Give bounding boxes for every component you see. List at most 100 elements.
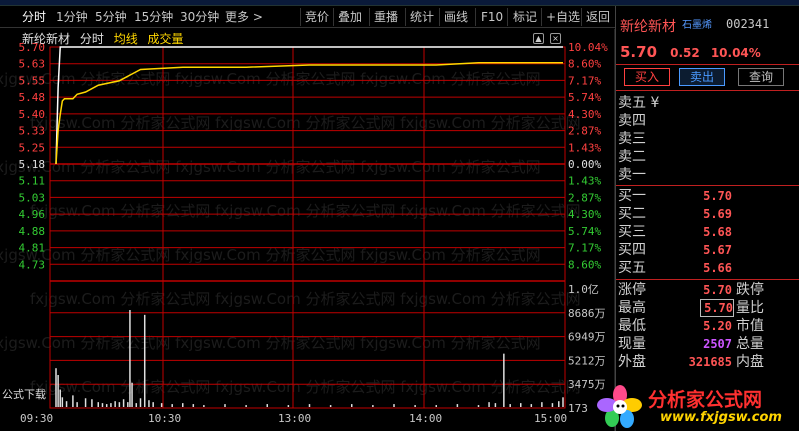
time-tick-label: 13:00 <box>278 412 311 425</box>
low-value: 5.20 <box>703 319 732 333</box>
tab-more[interactable]: 更多 > <box>225 8 263 26</box>
logo-url[interactable]: www.fxjgsw.com <box>660 410 782 425</box>
bid-5-price: 5.66 <box>703 261 732 275</box>
pct-tick-label: 1.43% <box>568 175 601 188</box>
concept-badge[interactable]: 石墨烯 <box>682 16 712 31</box>
price-tick-label: 4.73 <box>19 258 46 271</box>
auction-button[interactable]: 竞价 <box>305 8 329 26</box>
collapse-icon[interactable]: ▲ <box>533 33 544 44</box>
chart-header: 新纶新材 分时 均线 成交量 <box>22 32 190 46</box>
price-tick-label: 5.11 <box>19 175 46 188</box>
limit-up-value: 5.70 <box>703 283 732 297</box>
pct-tick-label: 5.74% <box>568 225 601 238</box>
tab-30min[interactable]: 30分钟 <box>180 8 219 26</box>
pct-tick-label: 8.60% <box>568 258 601 271</box>
pct-tick-label: 7.17% <box>568 74 601 87</box>
limit-down-label: 跌停 <box>736 282 764 298</box>
watermark-text: fxjgsw.Com 分析家公式网 fxjgsw.Com 分析家公式网 fxjg… <box>0 246 541 264</box>
pct-tick-label: 7.17% <box>568 242 601 255</box>
time-tick-label: 14:00 <box>409 412 442 425</box>
price-tick-label: 5.55 <box>19 74 46 87</box>
bid-3-label: 买三 <box>618 224 646 240</box>
price-tick-label: 5.48 <box>19 91 46 104</box>
price-tick-label: 5.40 <box>19 108 46 121</box>
tab-15min[interactable]: 15分钟 <box>134 8 173 26</box>
f10-button[interactable]: F10 <box>481 8 503 26</box>
pct-tick-label: 10.04% <box>568 41 608 54</box>
pct-tick-label: 2.87% <box>568 191 601 204</box>
bid-2-price: 5.69 <box>703 207 732 221</box>
query-button[interactable]: 查询 <box>738 68 784 86</box>
price-tick-label: 5.25 <box>19 141 46 154</box>
pct-tick-label: 5.74% <box>568 91 601 104</box>
stock-code: 002341 <box>726 17 770 31</box>
ask-2-label: 卖二 <box>618 149 646 165</box>
volume-label: 成交量 <box>147 32 184 46</box>
pct-tick-label: 2.87% <box>568 125 601 138</box>
last-price: 5.70 <box>620 43 658 61</box>
watermark-text: fxjgsw.Com 分析家公式网 fxjgsw.Com 分析家公式网 fxjg… <box>30 202 581 220</box>
outer-volume-label: 外盘 <box>618 354 646 370</box>
add-watchlist-button[interactable]: +自选 <box>546 8 580 26</box>
close-icon[interactable]: × <box>550 33 561 44</box>
high-label: 最高 <box>618 300 646 316</box>
time-tick-label: 15:00 <box>534 412 567 425</box>
avg-line-label: 均线 <box>113 32 138 46</box>
tab-5min[interactable]: 5分钟 <box>95 8 127 26</box>
bid-1-label: 买一 <box>618 188 646 204</box>
volume-tick-label: 8686万 <box>568 307 606 320</box>
flower-logo-icon <box>597 385 642 428</box>
ask-4-label: 卖四 <box>618 113 646 129</box>
market-cap-label: 市值 <box>736 318 764 334</box>
volume-tick-label: 5212万 <box>568 354 606 367</box>
current-volume-label: 现量 <box>618 336 646 352</box>
chart-stock-name: 新纶新材 <box>22 32 71 46</box>
price-change: 0.52 <box>670 46 700 60</box>
tab-fenshi[interactable]: 分时 <box>22 8 46 26</box>
pct-tick-label: 0.00% <box>568 158 601 171</box>
buy-button[interactable]: 买入 <box>624 68 670 86</box>
sell-button[interactable]: 卖出 <box>679 68 725 86</box>
bid-5-label: 买五 <box>618 260 646 276</box>
current-volume-value: 2507 <box>703 337 732 351</box>
overlay-button[interactable]: 叠加 <box>338 8 362 26</box>
replay-button[interactable]: 重播 <box>374 8 398 26</box>
draw-line-button[interactable]: 画线 <box>444 8 468 26</box>
ask-5-label: 卖五 ¥ <box>618 95 660 111</box>
tab-1min[interactable]: 1分钟 <box>56 8 88 26</box>
quote-panel: 新纶新材 石墨烯 002341 5.70 0.52 10.04% 买入 卖出 查… <box>615 6 799 431</box>
ask-3-label: 卖三 <box>618 131 646 147</box>
site-logo: 分析家公式网 www.fxjgsw.com <box>590 383 790 431</box>
watermark-text: fxjgsw.Com 分析家公式网 fxjgsw.Com 分析家公式网 fxjg… <box>30 114 581 132</box>
bid-4-label: 买四 <box>618 242 646 258</box>
watermark-text: fxjgsw.Com 分析家公式网 fxjgsw.Com 分析家公式网 fxjg… <box>30 378 581 396</box>
pct-tick-label: 4.30% <box>568 208 601 221</box>
mark-button[interactable]: 标记 <box>513 8 537 26</box>
pct-tick-label: 1.43% <box>568 141 601 154</box>
time-tick-label: 10:30 <box>148 412 181 425</box>
time-tick-label: 09:30 <box>20 412 53 425</box>
formula-download-tag[interactable]: 公式下载 <box>2 386 46 402</box>
chart-frame <box>49 46 566 409</box>
watermark-text: fxjgsw.Com 分析家公式网 fxjgsw.Com 分析家公式网 fxjg… <box>0 70 541 88</box>
volume-tick-label: 6949万 <box>568 331 606 344</box>
back-button[interactable]: 返回 <box>586 8 610 26</box>
price-tick-label: 4.88 <box>19 225 46 238</box>
high-value: 5.70 <box>700 299 734 317</box>
low-label: 最低 <box>618 318 646 334</box>
stock-name: 新纶新材 <box>620 19 676 35</box>
price-tick-label: 4.96 <box>19 208 46 221</box>
limit-up-label: 涨停 <box>618 282 646 298</box>
pct-tick-label: 4.30% <box>568 108 601 121</box>
stats-button[interactable]: 统计 <box>410 8 434 26</box>
chart-mode-label: 分时 <box>79 32 104 46</box>
intraday-chart[interactable]: fxjgsw.Com 分析家公式网 fxjgsw.Com 分析家公式网 fxjg… <box>0 29 615 431</box>
bid-1-price: 5.70 <box>703 189 732 203</box>
price-tick-label: 5.63 <box>19 58 46 71</box>
bid-4-price: 5.67 <box>703 243 732 257</box>
price-tick-label: 5.33 <box>19 125 46 138</box>
inner-volume-label: 内盘 <box>736 354 764 370</box>
bid-2-label: 买二 <box>618 206 646 222</box>
price-tick-label: 4.81 <box>19 242 46 255</box>
price-change-pct: 10.04% <box>710 46 761 60</box>
